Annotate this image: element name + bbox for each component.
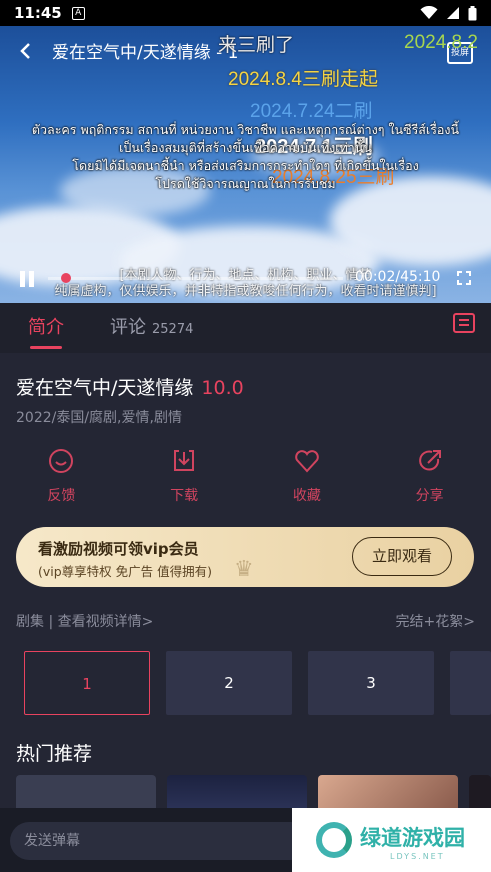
comments-count: 25274 [152, 322, 194, 337]
episodes-complete-link[interactable]: 完结+花絮> [396, 611, 475, 631]
hot-section-title: 热门推荐 [16, 743, 93, 765]
tab-comments-label: 评论 [110, 317, 146, 338]
back-arrow-icon[interactable] [14, 39, 38, 63]
favorite-label: 收藏 [292, 488, 321, 504]
feedback-button[interactable]: 反馈 [0, 447, 123, 505]
episodes-detail-link[interactable]: 剧集 | 查看视频详情> [16, 614, 153, 630]
feedback-icon [49, 449, 74, 473]
watermark-logo [316, 822, 352, 858]
recommend-thumbnail[interactable] [318, 775, 458, 811]
status-icons [420, 5, 477, 21]
watermark-url: LDYS.NET [390, 852, 445, 861]
episode-item[interactable]: 1 [24, 651, 150, 715]
download-label: 下载 [170, 488, 199, 504]
favorite-button[interactable]: 收藏 [246, 447, 369, 505]
episode-item[interactable]: 3 [308, 651, 434, 715]
player-controls: 00:02/45:10 [0, 261, 491, 303]
danmaku-input[interactable]: 发送弹幕 [10, 822, 310, 860]
crown-icon: ♛ [234, 557, 254, 582]
bottom-bar: 发送弹幕 绿道游戏园 LDYS.NET [0, 808, 491, 872]
status-bar: 11:45 A [0, 0, 491, 26]
download-button[interactable]: 下载 [123, 447, 246, 505]
action-row: 反馈 下载 收藏 分享 [0, 447, 491, 505]
show-meta: 2022/泰国/腐剧,爱情,剧情 [16, 410, 182, 426]
heart-icon [295, 450, 319, 473]
episodes-header: 剧集 | 查看视频详情> 完结+花絮> [16, 611, 475, 631]
wifi-icon [420, 6, 438, 19]
watermark-name: 绿道游戏园 [360, 826, 465, 850]
show-title: 爱在空气中/天遂情缘 10.0 [16, 373, 244, 400]
thai-subtitle-line: เป็นเรื่องสมมุติที่สร้างขึ้นเพื่อความบัน… [119, 140, 372, 155]
status-time: 11:45 [14, 4, 62, 22]
show-name: 爱在空气中/天遂情缘 [16, 377, 194, 399]
show-score: 10.0 [201, 377, 244, 399]
tab-intro[interactable]: 简介 [28, 313, 64, 349]
detail-tabs: 简介 评论 25274 [0, 303, 491, 353]
thai-subtitle-line: โดยมิได้มีเจตนาชี้นำ หรือส่งเสริมการกระท… [72, 158, 419, 173]
share-icon [418, 450, 441, 471]
vip-title: 看激励视频可领vip会员 [38, 540, 199, 558]
detail-content: 爱在空气中/天遂情缘 10.0 2022/泰国/腐剧,爱情,剧情 反馈 下载 收藏… [0, 353, 491, 872]
recommend-thumbnail[interactable] [167, 775, 307, 811]
watch-now-button[interactable]: 立即观看 [352, 537, 452, 576]
thai-subtitle-line: ตัวละคร พฤติกรรม สถานที่ หน่วยงาน วิชาชี… [31, 122, 460, 137]
notification-icon: A [71, 6, 85, 20]
vip-banner[interactable]: 看激励视频可领vip会员 (vip尊享特权 免广告 值得拥有) ♛ 立即观看 [16, 527, 474, 587]
recommend-thumbnail[interactable] [16, 775, 156, 811]
download-icon [174, 450, 195, 471]
danmaku-text: 2024.8.2 [404, 32, 478, 53]
thai-subtitle-line: โปรดใช้วิจารณญาณในการรับชม [155, 176, 336, 191]
danmaku-text: 来三刷了 [218, 35, 295, 56]
share-button[interactable]: 分享 [368, 447, 491, 505]
watermark: 绿道游戏园 LDYS.NET [292, 808, 491, 872]
video-title: 爱在空气中/天遂情缘 - 1 [52, 43, 239, 63]
recommend-thumbnail[interactable] [469, 775, 491, 811]
danmaku-text: 2024.8.4三刷走起 [228, 69, 378, 90]
feedback-label: 反馈 [47, 488, 76, 504]
danmaku-list-icon[interactable] [453, 313, 475, 333]
signal-icon [447, 7, 459, 19]
pause-icon[interactable] [20, 271, 34, 287]
video-player[interactable]: 爱在空气中/天遂情缘 - 1 投屏 来三刷了 2024.8.2 2024.8.4… [0, 26, 491, 303]
progress-handle[interactable] [60, 273, 71, 283]
share-label: 分享 [415, 488, 444, 504]
progress-bar[interactable] [48, 273, 343, 283]
battery-icon [468, 5, 477, 20]
timecode: 00:02/45:10 [355, 269, 441, 285]
tab-comments[interactable]: 评论 25274 [110, 313, 193, 339]
fullscreen-icon[interactable] [457, 271, 471, 285]
episode-item-partial[interactable] [450, 651, 491, 715]
danmaku-text: 2024.7.24二刷 [250, 101, 373, 122]
vip-subtitle: (vip尊享特权 免广告 值得拥有) [38, 564, 213, 579]
episode-item[interactable]: 2 [166, 651, 292, 715]
